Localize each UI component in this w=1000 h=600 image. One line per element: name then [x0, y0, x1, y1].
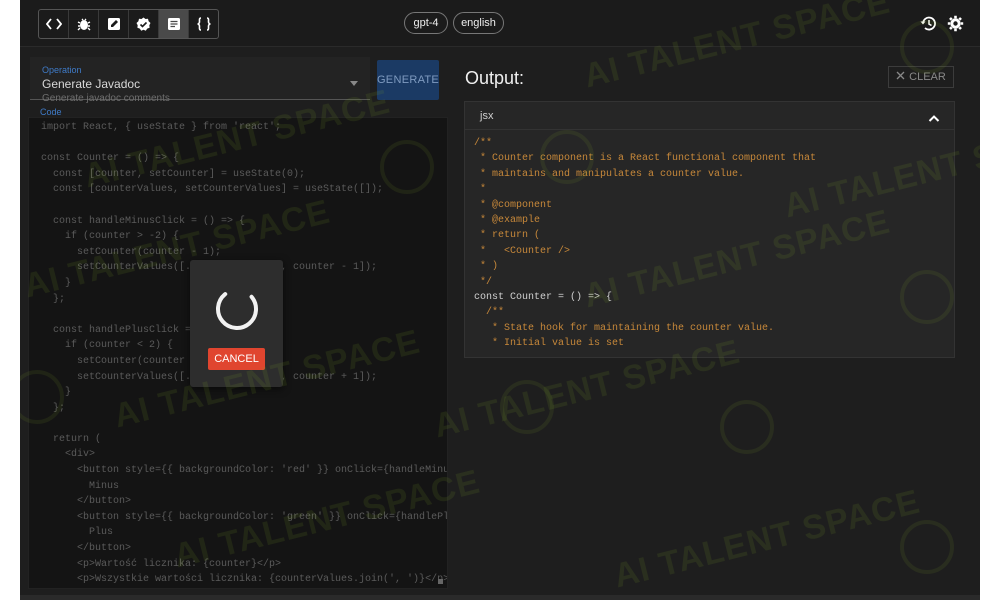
watermark-brain-icon — [720, 400, 774, 454]
clear-label: CLEAR — [909, 71, 946, 83]
bug-icon[interactable] — [69, 10, 99, 38]
code-line: const [counterValues, setCounterValues] … — [41, 184, 384, 196]
operation-toolbar — [38, 9, 219, 39]
edit-icon[interactable] — [99, 10, 129, 38]
code-line: setCounter(counter - 1); — [41, 246, 222, 258]
app-window: gpt-4 english Operation Generate Javadoc… — [20, 0, 980, 600]
code-line: if (counter > -2) { — [41, 231, 180, 243]
code-line: <div> — [41, 449, 96, 461]
output-line: * Initial value is set — [474, 338, 625, 350]
generate-button[interactable]: GENERATE — [377, 60, 439, 100]
output-panel: jsx /** * Counter component is a React f… — [464, 101, 955, 358]
watermark-brain-icon — [900, 520, 954, 574]
output-line: * @component — [474, 199, 553, 211]
language-chip[interactable]: english — [453, 12, 504, 34]
output-line: * maintains and manipulates a counter va… — [474, 168, 745, 180]
operation-value: Generate Javadoc — [42, 77, 141, 91]
model-chip[interactable]: gpt-4 — [404, 12, 448, 34]
code-line: import React, { useState } from 'react'; — [41, 122, 282, 133]
code-line: }; — [41, 402, 66, 414]
verified-check-icon[interactable] — [129, 10, 159, 38]
output-line: * — [474, 184, 487, 196]
output-line: * State hook for maintaining the counter… — [474, 322, 775, 334]
output-code: /** * Counter component is a React funct… — [474, 136, 816, 352]
operation-label: Operation — [42, 65, 82, 75]
output-language: jsx — [480, 110, 494, 122]
chevron-up-icon[interactable] — [928, 110, 940, 128]
code-line: const [counter, setCounter] = useState(0… — [41, 168, 306, 180]
close-icon — [896, 71, 905, 83]
output-header[interactable]: jsx — [465, 102, 954, 130]
curly-braces-icon[interactable] — [189, 10, 218, 38]
watermark-text: AI TALENT SPACE — [609, 482, 924, 596]
code-line: Plus — [41, 527, 114, 539]
caret-down-icon — [350, 81, 358, 86]
code-line: } — [41, 387, 72, 399]
output-line: * ) — [474, 261, 499, 273]
loading-dialog: CANCEL — [190, 260, 283, 387]
bottom-divider — [20, 595, 980, 600]
code-line: <button style={{ backgroundColor: 'green… — [41, 511, 448, 523]
clear-button[interactable]: CLEAR — [888, 66, 954, 88]
loading-spinner-icon — [216, 288, 258, 330]
code-line: return ( — [41, 433, 102, 445]
output-line: /** — [474, 307, 505, 319]
code-line: const handleMinusClick = () => { — [41, 215, 246, 227]
output-line: /** — [474, 138, 493, 149]
output-title: Output: — [465, 68, 525, 88]
code-line: <button style={{ backgroundColor: 'red' … — [41, 465, 448, 477]
operation-description: Generate javadoc comments — [42, 93, 170, 104]
code-label: Code — [40, 107, 62, 117]
code-line: <p>Wszystkie wartości licznika: {counter… — [41, 574, 448, 586]
code-line: const Counter = () => { — [41, 153, 180, 165]
code-line: Minus — [41, 480, 120, 492]
output-line: * @example — [474, 215, 541, 227]
output-line: */ — [474, 276, 493, 288]
output-line: * return ( — [474, 230, 541, 242]
history-icon[interactable] — [919, 14, 937, 32]
document-icon[interactable] — [159, 10, 189, 38]
top-toolbar: gpt-4 english — [20, 0, 980, 47]
watermark-brain-icon — [500, 380, 554, 434]
output-line: * <Counter /> — [474, 245, 571, 257]
output-line: * Counter component is a React functiona… — [474, 153, 817, 165]
code-line: </button> — [41, 543, 132, 555]
cancel-button[interactable]: CANCEL — [208, 348, 265, 370]
resize-handle[interactable] — [438, 579, 443, 584]
code-line: </button> — [41, 496, 132, 508]
output-line: const Counter = () => { — [474, 292, 613, 304]
gear-icon[interactable] — [946, 14, 964, 32]
code-line: <p>Wartość licznika: {counter}</p> — [41, 558, 282, 570]
operation-select[interactable]: Operation Generate Javadoc Generate java… — [30, 57, 370, 104]
code-brackets-icon[interactable] — [39, 10, 69, 38]
